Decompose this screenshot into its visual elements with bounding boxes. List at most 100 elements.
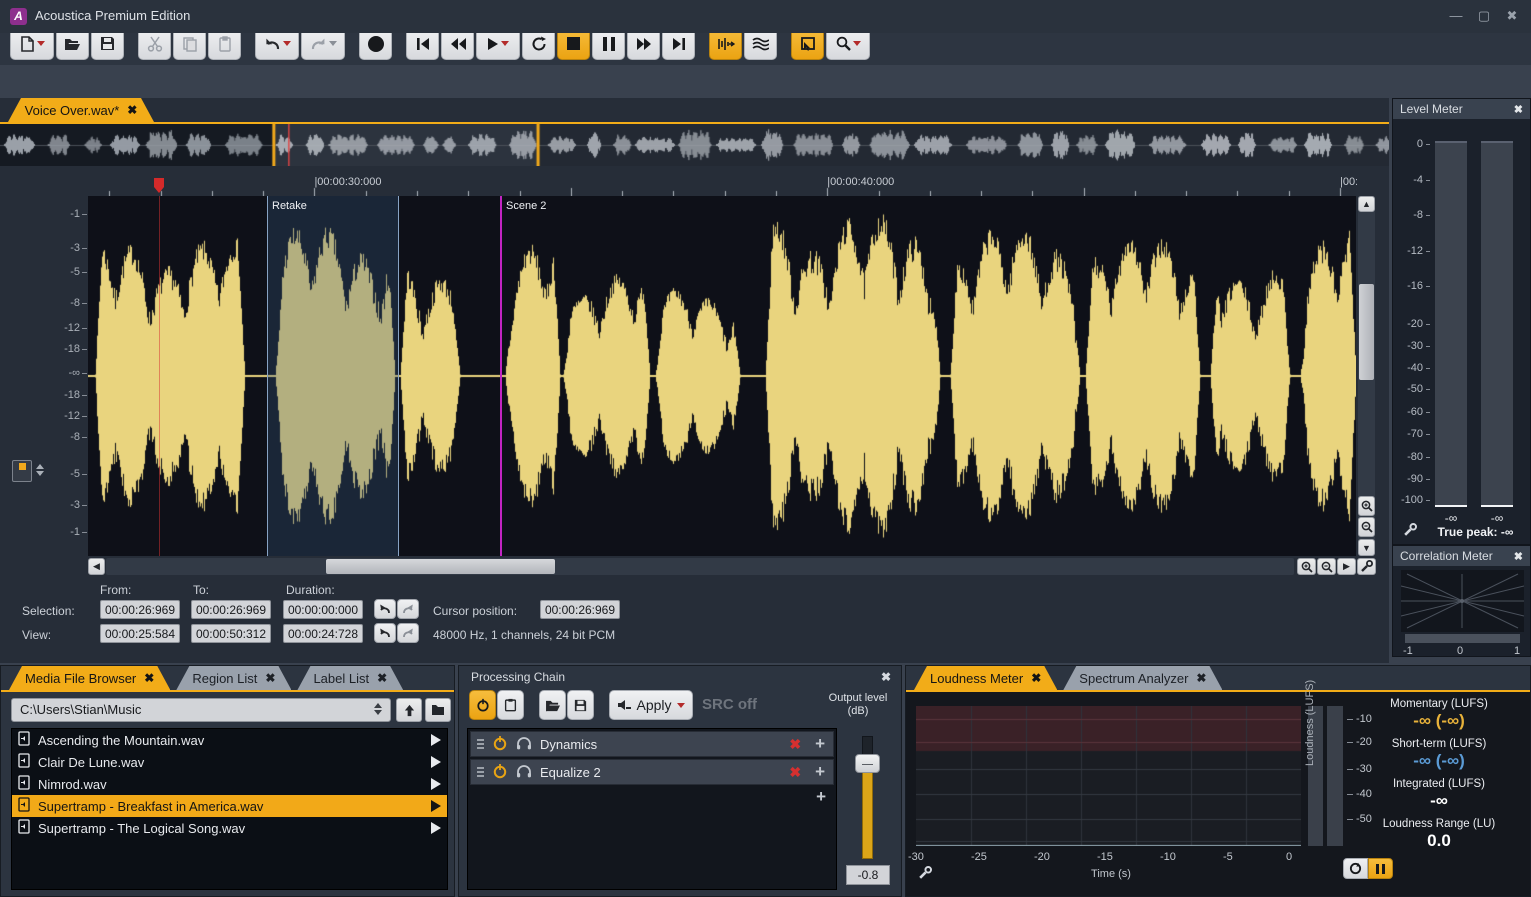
timeline-ruler[interactable]: |00:00:30:000|00:00:40:000|00:00:50:000 xyxy=(88,174,1357,196)
drag-handle-icon[interactable] xyxy=(477,767,484,777)
file-list[interactable]: Ascending the Mountain.wavClair De Lune.… xyxy=(11,728,448,890)
effect-power-icon[interactable] xyxy=(492,763,508,782)
selection-from-field[interactable]: 00:00:26:969 xyxy=(100,600,180,619)
level-meter-titlebar[interactable]: Level Meter ✖ xyxy=(1393,99,1530,119)
vertical-scroll-thumb[interactable] xyxy=(1359,284,1374,380)
waveform-canvas-area[interactable]: Retake Scene 2 xyxy=(88,196,1356,556)
view-undo-button[interactable] xyxy=(374,623,396,643)
loudness-x-tick: 0 xyxy=(1286,851,1292,863)
chain-list[interactable]: Dynamics✖+Equalize 2✖++ xyxy=(467,728,837,890)
document-tab[interactable]: Voice Over.wav* ✖ xyxy=(8,98,154,122)
view-redo-button[interactable] xyxy=(397,623,419,643)
apply-dropdown-icon[interactable] xyxy=(677,703,685,708)
correlation-meter-close-icon[interactable]: ✖ xyxy=(1514,550,1523,563)
cursor-position-field[interactable]: 00:00:26:969 xyxy=(540,600,620,619)
scroll-left-button[interactable]: ◀ xyxy=(88,558,105,575)
close-button[interactable]: ✖ xyxy=(1504,8,1520,24)
zoom-dropdown-icon[interactable] xyxy=(853,41,861,46)
preview-play-icon[interactable] xyxy=(431,756,441,768)
region-retake[interactable]: Retake xyxy=(267,196,399,556)
loudness-tab-loudness-meter[interactable]: Loudness Meter✖ xyxy=(914,666,1057,690)
path-select[interactable]: C:\Users\Stian\Music xyxy=(11,698,391,722)
remove-effect-icon[interactable]: ✖ xyxy=(789,764,801,781)
headphones-icon[interactable] xyxy=(516,764,532,781)
scroll-right-button[interactable]: ▶ xyxy=(1337,558,1356,575)
open-folder-icon xyxy=(545,699,561,712)
chain-item[interactable]: Dynamics✖+ xyxy=(470,731,834,757)
horizontal-scrollbar[interactable] xyxy=(106,558,1294,575)
play-dropdown-icon[interactable] xyxy=(501,41,509,46)
scroll-down-button[interactable]: ▼ xyxy=(1358,539,1375,556)
file-row[interactable]: Nimrod.wav xyxy=(12,773,447,795)
loudness-x-tick: -10 xyxy=(1160,851,1176,863)
path-spinner-icon[interactable] xyxy=(374,703,382,715)
redo-dropdown-icon[interactable] xyxy=(329,41,337,46)
media-tab-label-list[interactable]: Label List✖ xyxy=(297,666,403,690)
tab-close-icon[interactable]: ✖ xyxy=(377,671,387,685)
tab-close-icon[interactable]: ✖ xyxy=(144,671,154,685)
add-effect-icon[interactable]: + xyxy=(815,762,825,782)
file-row[interactable]: Clair De Lune.wav xyxy=(12,751,447,773)
new-file-dropdown-icon[interactable] xyxy=(37,41,45,46)
preview-play-icon[interactable] xyxy=(431,800,441,812)
loudness-settings-button[interactable] xyxy=(918,866,932,885)
file-row[interactable]: Supertramp - The Logical Song.wav xyxy=(12,817,447,839)
loudness-tab-spectrum-analyzer[interactable]: Spectrum Analyzer✖ xyxy=(1063,666,1222,690)
correlation-meter-titlebar[interactable]: Correlation Meter ✖ xyxy=(1393,546,1530,566)
media-tab-media-file-browser[interactable]: Media File Browser✖ xyxy=(9,666,170,690)
output-level-value[interactable]: -0.8 xyxy=(846,865,890,885)
preview-play-icon[interactable] xyxy=(431,778,441,790)
selection-duration-field[interactable]: 00:00:00:000 xyxy=(283,600,363,619)
view-to-field[interactable]: 00:00:50:312 xyxy=(191,624,271,643)
tab-close-icon[interactable]: ✖ xyxy=(1031,671,1041,685)
selection-redo-button[interactable] xyxy=(397,599,419,619)
view-from-field[interactable]: 00:00:25:584 xyxy=(100,624,180,643)
effect-power-icon[interactable] xyxy=(492,735,508,754)
tab-close-icon[interactable]: ✖ xyxy=(1196,671,1206,685)
view-duration-field[interactable]: 00:00:24:728 xyxy=(283,624,363,643)
maximize-button[interactable]: ▢ xyxy=(1476,8,1492,24)
vertical-zoom-out-button[interactable] xyxy=(1358,517,1375,537)
remove-effect-icon[interactable]: ✖ xyxy=(789,736,801,753)
media-tab-region-list[interactable]: Region List✖ xyxy=(176,666,291,690)
file-row[interactable]: Supertramp - Breakfast in America.wav xyxy=(12,795,447,817)
level-meter-settings-button[interactable] xyxy=(1403,523,1417,542)
preview-play-icon[interactable] xyxy=(431,822,441,834)
zoom-settings-button[interactable] xyxy=(1357,558,1376,575)
channel-select-button[interactable] xyxy=(12,460,32,482)
loudness-reset-button[interactable] xyxy=(1343,858,1368,879)
duration-header: Duration: xyxy=(286,583,335,597)
folder-up-button[interactable] xyxy=(396,698,422,722)
marker-scene2-line[interactable] xyxy=(500,196,502,556)
vertical-zoom-in-button[interactable] xyxy=(1358,496,1375,516)
processing-chain-close-icon[interactable]: ✖ xyxy=(881,670,891,684)
minimize-button[interactable]: — xyxy=(1448,8,1464,24)
preview-play-icon[interactable] xyxy=(431,734,441,746)
file-row[interactable]: Ascending the Mountain.wav xyxy=(12,729,447,751)
tab-close-icon[interactable]: ✖ xyxy=(265,671,275,685)
chain-paste-button[interactable] xyxy=(497,690,524,720)
drag-handle-icon[interactable] xyxy=(477,739,484,749)
selection-to-field[interactable]: 00:00:26:969 xyxy=(191,600,271,619)
selection-undo-button[interactable] xyxy=(374,599,396,619)
apply-button[interactable]: Apply xyxy=(609,690,693,720)
horizontal-scroll-thumb[interactable] xyxy=(326,559,555,574)
output-slider-handle[interactable] xyxy=(855,754,880,773)
chain-save-button[interactable] xyxy=(567,690,594,720)
chain-open-button[interactable] xyxy=(539,690,566,720)
horizontal-zoom-in-button[interactable] xyxy=(1297,558,1316,575)
waveform-overview[interactable] xyxy=(0,124,1389,166)
horizontal-zoom-out-button[interactable] xyxy=(1317,558,1336,575)
loudness-pause-button[interactable] xyxy=(1368,858,1393,879)
level-meter-close-icon[interactable]: ✖ xyxy=(1514,103,1523,116)
browse-folder-button[interactable] xyxy=(425,698,451,722)
document-tab-close-icon[interactable]: ✖ xyxy=(127,103,137,117)
chain-power-button[interactable] xyxy=(469,690,496,720)
scroll-up-button[interactable]: ▲ xyxy=(1358,196,1375,212)
chain-item[interactable]: Equalize 2✖+ xyxy=(470,759,834,785)
channel-spinner[interactable] xyxy=(36,464,44,476)
undo-dropdown-icon[interactable] xyxy=(283,41,291,46)
headphones-icon[interactable] xyxy=(516,736,532,753)
append-effect-button[interactable]: + xyxy=(468,787,836,807)
add-effect-icon[interactable]: + xyxy=(815,734,825,754)
